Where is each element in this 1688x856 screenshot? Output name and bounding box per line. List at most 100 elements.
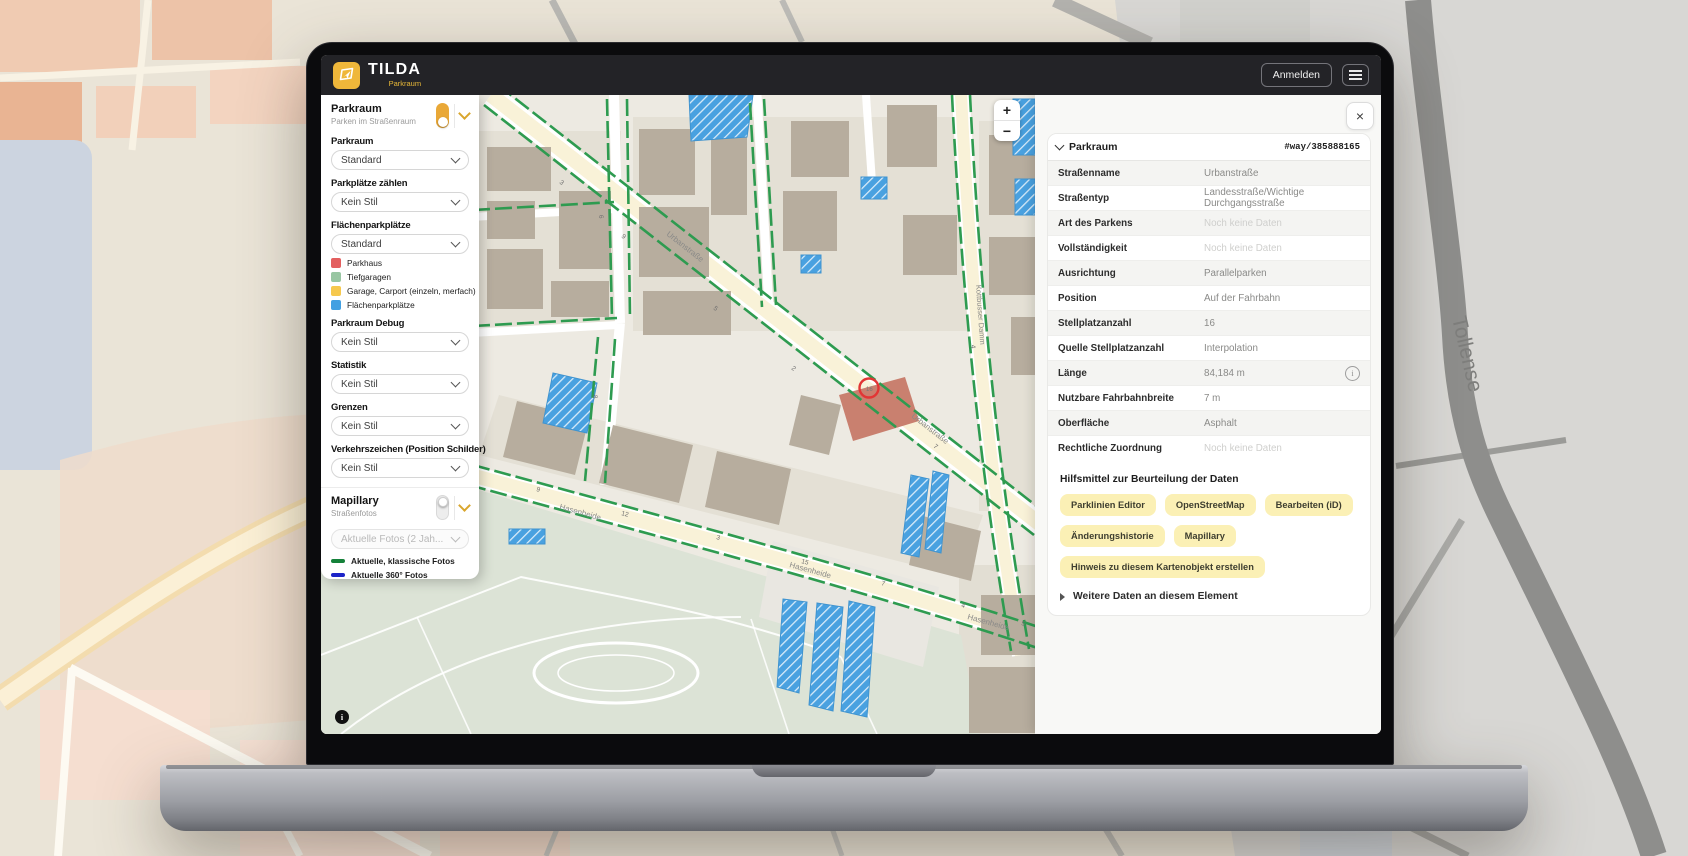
map-arrow-icon <box>339 67 355 83</box>
tool-chip-openstreetmap[interactable]: OpenStreetMap <box>1165 494 1256 516</box>
tool-buttons: Parklinien Editor OpenStreetMap Bearbeit… <box>1048 485 1370 578</box>
chevron-down-icon[interactable] <box>458 107 471 120</box>
legend-line-swatch <box>331 559 345 563</box>
more-data-toggle[interactable]: Weitere Daten an diesem Element <box>1048 578 1370 615</box>
layer-group-parkraum-debug: Parkraum Debug Kein Stil <box>331 318 469 352</box>
detail-card-header[interactable]: Parkraum #way/385888165 <box>1048 134 1370 161</box>
mapillary-header: Mapillary Straßenfotos <box>331 495 469 520</box>
layer-select-flaechenparkplaetze[interactable]: Standard <box>331 234 469 254</box>
sidebar-title: Parkraum <box>331 103 416 116</box>
detail-panel: × Parkraum #way/385888165 StraßennameUr <box>1035 95 1381 734</box>
layer-group-parkraum: Parkraum Standard <box>331 136 469 170</box>
legend-line-swatch <box>331 573 345 577</box>
table-row: Quelle StellplatzanzahlInterpolation <box>1048 336 1370 361</box>
layers-sidebar: Parkraum Parken im Straßenraum Parkraum <box>321 95 479 579</box>
table-row: OberflächeAsphalt <box>1048 411 1370 436</box>
layer-group-statistik: Statistik Kein Stil <box>331 360 469 394</box>
mapillary-title: Mapillary <box>331 495 379 508</box>
legend-item: Tiefgaragen <box>331 272 469 282</box>
table-row: StraßentypLandesstraße/Wichtige Durchgan… <box>1048 186 1370 211</box>
divider <box>454 496 455 520</box>
mapillary-select-disabled[interactable]: Aktuelle Fotos (2 Jah... <box>331 529 469 549</box>
chevron-down-icon <box>451 238 461 248</box>
table-row: Rechtliche ZuordnungNoch keine Daten <box>1048 436 1370 461</box>
chevron-right-icon <box>1060 593 1065 601</box>
chevron-down-icon <box>451 533 461 543</box>
table-row: Nutzbare Fahrbahnbreite7 m <box>1048 386 1370 411</box>
app-header: TILDA Parkraum Anmelden <box>321 55 1381 95</box>
chevron-down-icon <box>451 196 461 206</box>
chevron-down-icon <box>451 336 461 346</box>
layer-select-grenzen[interactable]: Kein Stil <box>331 416 469 436</box>
brand-title: TILDA <box>368 62 421 78</box>
layer-group-verkehrszeichen: Verkehrszeichen (Position Schilder) Kein… <box>331 444 469 478</box>
table-row: StraßennameUrbanstraße <box>1048 161 1370 186</box>
osm-way-id: #way/385888165 <box>1284 142 1360 152</box>
layer-select-verkehrszeichen[interactable]: Kein Stil <box>331 458 469 478</box>
zoom-out-button[interactable]: − <box>994 121 1020 141</box>
zoom-control: + − <box>994 100 1020 141</box>
tool-chip-parklinien-editor[interactable]: Parklinien Editor <box>1060 494 1156 516</box>
laptop-mockup: TILDA Parkraum Anmelden <box>160 42 1528 832</box>
menu-button[interactable] <box>1342 64 1369 86</box>
chevron-down-icon <box>451 462 461 472</box>
layer-select-parkplaetze-zaehlen[interactable]: Kein Stil <box>331 192 469 212</box>
chevron-down-icon[interactable] <box>458 499 471 512</box>
sidebar-header: Parkraum Parken im Straßenraum <box>331 103 469 128</box>
desktop-scene: Tollense TILDA Parkraum <box>0 0 1688 856</box>
legend-item: Aktuelle, klassische Fotos <box>331 556 469 566</box>
tool-chip-aenderungshistorie[interactable]: Änderungshistorie <box>1060 525 1165 547</box>
chevron-down-icon <box>1055 141 1065 151</box>
info-icon[interactable]: i <box>1345 366 1360 381</box>
divider <box>321 487 479 488</box>
detail-title: Parkraum <box>1069 141 1117 153</box>
tool-chip-mapillary[interactable]: Mapillary <box>1174 525 1236 547</box>
table-row: Stellplatzanzahl16 <box>1048 311 1370 336</box>
laptop-notch <box>752 765 936 777</box>
brand: TILDA Parkraum <box>368 62 421 88</box>
table-row: AusrichtungParallelparken <box>1048 261 1370 286</box>
svg-text:16: 16 <box>866 387 873 393</box>
mapillary-toggle-off[interactable] <box>436 495 449 520</box>
divider <box>454 104 455 128</box>
hamburger-icon <box>1349 70 1362 72</box>
layer-group-grenzen: Grenzen Kein Stil <box>331 402 469 436</box>
laptop-lid: TILDA Parkraum Anmelden <box>306 42 1394 765</box>
laptop-base <box>160 765 1528 831</box>
table-row: Art des ParkensNoch keine Daten <box>1048 211 1370 236</box>
layer-toggle-on[interactable] <box>436 103 449 128</box>
signin-button[interactable]: Anmelden <box>1261 63 1332 87</box>
layer-select-statistik[interactable]: Kein Stil <box>331 374 469 394</box>
legend-item: Parkhaus <box>331 258 469 268</box>
legend-item: Aktuelle 360° Fotos <box>331 570 469 580</box>
table-row: Länge84,184 m i <box>1048 361 1370 386</box>
close-button[interactable]: × <box>1346 102 1374 130</box>
table-row: VollständigkeitNoch keine Daten <box>1048 236 1370 261</box>
app-body: 3 9 5 2 9 12 3 15 7 4 5 6 8 <box>321 95 1381 734</box>
tool-chip-bearbeiten-id[interactable]: Bearbeiten (iD) <box>1265 494 1353 516</box>
layer-select-parkraum[interactable]: Standard <box>331 150 469 170</box>
layer-select-parkraum-debug[interactable]: Kein Stil <box>331 332 469 352</box>
zoom-in-button[interactable]: + <box>994 100 1020 120</box>
layer-group-flaechenparkplaetze: Flächenparkplätze Standard Parkhaus Tief… <box>331 220 469 310</box>
legend-swatch <box>331 286 341 296</box>
chevron-down-icon <box>451 378 461 388</box>
chevron-down-icon <box>451 154 461 164</box>
sidebar-subtitle: Parken im Straßenraum <box>331 118 416 127</box>
layer-group-parkplaetze-zaehlen: Parkplätze zählen Kein Stil <box>331 178 469 212</box>
legend-swatch <box>331 300 341 310</box>
tilda-logo[interactable] <box>333 62 360 89</box>
app-window: TILDA Parkraum Anmelden <box>321 55 1381 734</box>
brand-subtitle: Parkraum <box>389 80 422 88</box>
legend-item: Flächenparkplätze <box>331 300 469 310</box>
tools-heading: Hilfsmittel zur Beurteilung der Daten <box>1060 474 1370 485</box>
detail-card: Parkraum #way/385888165 StraßennameUrban… <box>1047 133 1371 616</box>
legend-item: Garage, Carport (einzeln, merfach) <box>331 286 469 296</box>
legend-swatch <box>331 258 341 268</box>
chevron-down-icon <box>451 420 461 430</box>
mapillary-subtitle: Straßenfotos <box>331 510 379 519</box>
legend-swatch <box>331 272 341 282</box>
map-attribution-button[interactable]: i <box>335 710 349 724</box>
table-row: PositionAuf der Fahrbahn <box>1048 286 1370 311</box>
tool-chip-hinweis-erstellen[interactable]: Hinweis zu diesem Kartenobjekt erstellen <box>1060 556 1265 578</box>
